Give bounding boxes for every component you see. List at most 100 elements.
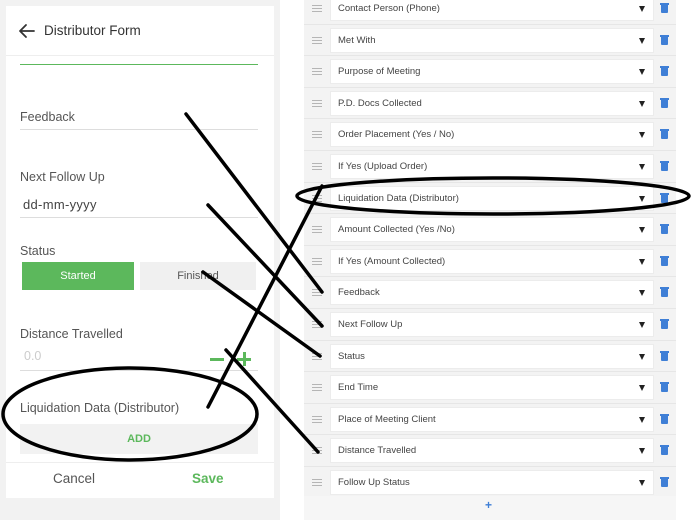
drag-handle-icon[interactable] bbox=[312, 226, 322, 234]
plus-icon-vertical bbox=[242, 352, 246, 366]
field-row: Status bbox=[304, 339, 676, 372]
distance-travelled-input[interactable]: 0.0 bbox=[24, 349, 41, 363]
drag-handle-icon[interactable] bbox=[312, 257, 322, 265]
drag-handle-icon[interactable] bbox=[312, 384, 322, 392]
field-select-value: P.D. Docs Collected bbox=[338, 97, 422, 109]
next-follow-up-date-input[interactable]: dd-mm-yyyy bbox=[23, 197, 97, 212]
field-select[interactable]: P.D. Docs Collected bbox=[330, 90, 654, 116]
drag-handle-icon[interactable] bbox=[312, 415, 322, 423]
trash-icon[interactable] bbox=[660, 34, 669, 45]
trash-icon[interactable] bbox=[660, 3, 669, 13]
status-finished-button[interactable]: Finished bbox=[140, 262, 256, 290]
field-select[interactable]: Purpose of Meeting bbox=[330, 59, 654, 85]
field-list: Contact Person (Phone) Met With Purpose of… bbox=[304, 0, 676, 498]
add-field-row[interactable]: + bbox=[304, 496, 676, 520]
back-arrow-icon[interactable] bbox=[16, 20, 38, 42]
field-row: Follow Up Status bbox=[304, 465, 676, 498]
mobile-form-panel: Distributor Form Feedback Next Follow Up… bbox=[0, 0, 280, 520]
field-select[interactable]: Feedback bbox=[330, 280, 654, 306]
trash-icon[interactable] bbox=[660, 66, 669, 77]
field-select[interactable]: Met With bbox=[330, 27, 654, 53]
trash-icon[interactable] bbox=[660, 255, 669, 266]
field-select[interactable]: If Yes (Upload Order) bbox=[330, 153, 654, 179]
dropdown-caret-icon bbox=[639, 227, 645, 234]
page-title: Distributor Form bbox=[44, 23, 141, 38]
field-select-value: Next Follow Up bbox=[338, 318, 403, 330]
field-select[interactable]: Contact Person (Phone) bbox=[330, 0, 654, 21]
field-row: If Yes (Amount Collected) bbox=[304, 244, 676, 277]
drag-handle-icon[interactable] bbox=[312, 320, 322, 328]
field-builder-panel: Contact Person (Phone) Met With Purpose of… bbox=[284, 0, 696, 520]
drag-handle-icon[interactable] bbox=[312, 131, 322, 139]
field-select[interactable]: Place of Meeting Client bbox=[330, 406, 654, 432]
trash-icon[interactable] bbox=[660, 476, 669, 487]
field-select-value: Feedback bbox=[338, 287, 380, 299]
field-select-value: Place of Meeting Client bbox=[338, 413, 436, 425]
field-select[interactable]: Status bbox=[330, 343, 654, 369]
trash-icon[interactable] bbox=[660, 318, 669, 329]
drag-handle-icon[interactable] bbox=[312, 289, 322, 297]
trash-icon[interactable] bbox=[660, 97, 669, 108]
trash-icon[interactable] bbox=[660, 350, 669, 361]
field-row: Contact Person (Phone) bbox=[304, 0, 676, 24]
field-select[interactable]: Follow Up Status bbox=[330, 469, 654, 495]
field-select-value: Distance Travelled bbox=[338, 445, 417, 457]
dropdown-caret-icon bbox=[639, 6, 645, 12]
field-select-value: Purpose of Meeting bbox=[338, 66, 421, 78]
field-row: Liquidation Data (Distributor) bbox=[304, 181, 676, 214]
field-select-value: Liquidation Data (Distributor) bbox=[338, 192, 459, 204]
drag-handle-icon[interactable] bbox=[312, 447, 322, 455]
field-select[interactable]: Liquidation Data (Distributor) bbox=[330, 185, 654, 211]
trash-icon[interactable] bbox=[660, 413, 669, 424]
dropdown-caret-icon bbox=[639, 321, 645, 328]
liquidation-data-label: Liquidation Data (Distributor) bbox=[20, 401, 180, 415]
save-button[interactable]: Save bbox=[192, 471, 224, 486]
trash-icon[interactable] bbox=[660, 287, 669, 298]
minus-icon[interactable] bbox=[210, 358, 224, 361]
dropdown-caret-icon bbox=[639, 479, 645, 486]
field-select[interactable]: Order Placement (Yes / No) bbox=[330, 122, 654, 148]
feedback-field[interactable] bbox=[20, 129, 258, 130]
add-field-plus-icon[interactable]: + bbox=[485, 498, 492, 512]
drag-handle-icon[interactable] bbox=[312, 5, 322, 12]
dropdown-caret-icon bbox=[639, 163, 645, 170]
field-select[interactable]: If Yes (Amount Collected) bbox=[330, 248, 654, 274]
field-select[interactable]: Amount Collected (Yes /No) bbox=[330, 217, 654, 243]
status-started-button[interactable]: Started bbox=[22, 262, 134, 290]
add-liquidation-button[interactable]: ADD bbox=[20, 424, 258, 454]
distance-travelled-label: Distance Travelled bbox=[20, 327, 123, 341]
field-row: Place of Meeting Client bbox=[304, 402, 676, 435]
field-select[interactable]: Next Follow Up bbox=[330, 311, 654, 337]
field-row: P.D. Docs Collected bbox=[304, 86, 676, 119]
screenshot-stage: Distributor Form Feedback Next Follow Up… bbox=[0, 0, 696, 520]
trash-icon[interactable] bbox=[660, 445, 669, 456]
field-select[interactable]: Distance Travelled bbox=[330, 438, 654, 464]
field-row: Met With bbox=[304, 23, 676, 56]
drag-handle-icon[interactable] bbox=[312, 99, 322, 107]
field-select-value: Contact Person (Phone) bbox=[338, 3, 440, 14]
feedback-label: Feedback bbox=[20, 110, 75, 124]
trash-icon[interactable] bbox=[660, 160, 669, 171]
app-bar: Distributor Form bbox=[6, 6, 274, 56]
drag-handle-icon[interactable] bbox=[312, 478, 322, 486]
field-select-value: Amount Collected (Yes /No) bbox=[338, 224, 455, 236]
field-select[interactable]: End Time bbox=[330, 375, 654, 401]
field-row: If Yes (Upload Order) bbox=[304, 149, 676, 182]
field-select-value: Met With bbox=[338, 34, 376, 46]
cancel-button[interactable]: Cancel bbox=[53, 471, 95, 486]
field-select-value: Order Placement (Yes / No) bbox=[338, 129, 455, 141]
previous-field-underline bbox=[20, 64, 258, 65]
drag-handle-icon[interactable] bbox=[312, 352, 322, 360]
trash-icon[interactable] bbox=[660, 192, 669, 203]
drag-handle-icon[interactable] bbox=[312, 162, 322, 170]
trash-icon[interactable] bbox=[660, 129, 669, 140]
drag-handle-icon[interactable] bbox=[312, 68, 322, 76]
drag-handle-icon[interactable] bbox=[312, 36, 322, 44]
trash-icon[interactable] bbox=[660, 224, 669, 235]
trash-icon[interactable] bbox=[660, 382, 669, 393]
dropdown-caret-icon bbox=[639, 258, 645, 265]
next-follow-up-label: Next Follow Up bbox=[20, 170, 105, 184]
next-follow-up-underline bbox=[20, 217, 258, 218]
dropdown-caret-icon bbox=[639, 416, 645, 423]
drag-handle-icon[interactable] bbox=[312, 194, 322, 202]
